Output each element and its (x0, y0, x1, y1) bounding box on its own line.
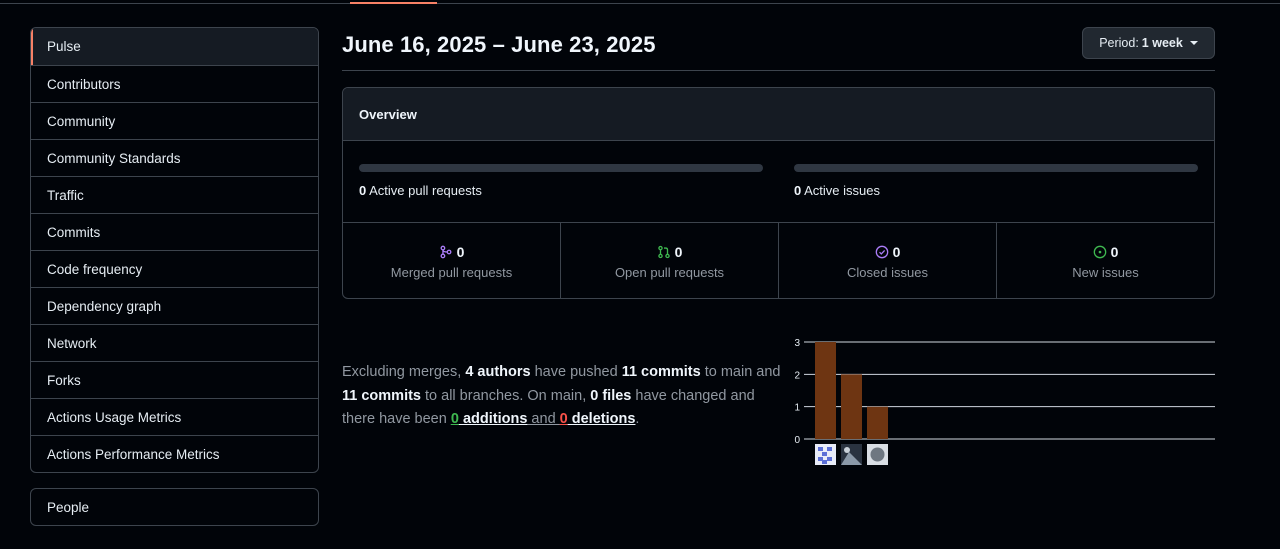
merged-pull-requests-stat[interactable]: 0 Merged pull requests (343, 223, 560, 298)
author-avatar[interactable] (815, 444, 836, 465)
overview-summary: 0 Active pull requests 0 Active issues (343, 141, 1214, 223)
sidebar-item-traffic[interactable]: Traffic (31, 176, 318, 213)
sidebar-item-label: Contributors (47, 76, 121, 92)
sidebar-item-people[interactable]: People (30, 488, 319, 526)
active-issues-count: 0 (794, 183, 802, 198)
summary-text: have pushed (530, 364, 622, 380)
sidebar-item-label: Code frequency (47, 261, 143, 277)
author-avatar[interactable] (867, 444, 888, 465)
merged-pull-requests-count: 0 (456, 244, 465, 260)
active-pull-requests-label: Active pull requests (369, 183, 482, 198)
sidebar-item-pulse[interactable]: Pulse (31, 28, 318, 65)
sidebar-item-label: Community Standards (47, 150, 181, 166)
deletions-label: deletions (567, 411, 636, 427)
additions-link[interactable]: 0 additions (451, 411, 528, 427)
chart-bar[interactable] (841, 374, 862, 439)
new-issues-label: New issues (1072, 265, 1139, 280)
issues-progress-bar (794, 164, 1198, 172)
closed-issues-stat[interactable]: 0 Closed issues (778, 223, 996, 298)
active-issues-link[interactable]: 0 Active issues (794, 183, 880, 198)
y-tick-label: 1 (794, 403, 800, 414)
open-pull-requests-label: Open pull requests (614, 265, 725, 280)
sidebar-item-label: Traffic (47, 187, 84, 203)
sidebar-item-label: Community (47, 113, 116, 129)
deletions-link[interactable]: 0 deletions (560, 411, 636, 427)
issue-opened-icon (1093, 245, 1106, 259)
y-tick-label: 3 (794, 338, 800, 349)
sidebar-item-label: Actions Usage Metrics (47, 409, 182, 425)
pull-requests-progress-bar (359, 164, 763, 172)
open-pull-requests-stat[interactable]: 0 Open pull requests (560, 223, 778, 298)
issue-closed-icon (875, 245, 888, 259)
closed-issues-count: 0 (892, 244, 901, 260)
sidebar-item-label: Pulse (47, 39, 81, 54)
git-merge-icon (440, 245, 452, 259)
overview-stats: 0 Merged pull requests 0 Open pull reque… (343, 223, 1214, 298)
sidebar-item-actions-performance-metrics[interactable]: Actions Performance Metrics (31, 435, 318, 472)
chart-bar[interactable] (815, 342, 836, 439)
sidebar-item-label: Commits (47, 224, 101, 240)
sidebar-item-network[interactable]: Network (31, 324, 318, 361)
deletions-count: 0 (559, 411, 568, 427)
summary-text: and (527, 411, 560, 427)
sidebar-item-label: Actions Performance Metrics (47, 446, 220, 462)
sidebar-item-label: Dependency graph (47, 298, 162, 314)
sidebar-item-community-standards[interactable]: Community Standards (31, 139, 318, 176)
sidebar-item-community[interactable]: Community (31, 102, 318, 139)
authors-count: 4 authors (465, 364, 531, 380)
commit-summary: Excluding merges, 4 authors have pushed … (342, 361, 782, 432)
commits-by-author-chart: 0 1 2 3 (794, 338, 1215, 465)
y-tick-label: 2 (794, 370, 800, 381)
y-tick-label: 0 (794, 435, 800, 446)
commits-all-count: 11 commits (342, 387, 421, 404)
period-select-button[interactable]: Period: 1 week (1082, 27, 1215, 59)
overview-title: Overview (343, 88, 1214, 141)
git-pull-request-icon (657, 245, 670, 259)
summary-text: Excluding merges, (342, 364, 466, 380)
caret-down-icon (1189, 41, 1198, 45)
new-issues-stat[interactable]: 0 New issues (996, 223, 1214, 298)
top-border (0, 3, 1280, 4)
new-issues-count: 0 (1110, 244, 1119, 260)
additions-count: 0 (450, 411, 459, 427)
additions-label: additions (458, 411, 528, 427)
sidebar-item-label: People (47, 499, 90, 515)
page-title: June 16, 2025 – June 23, 2025 (342, 32, 656, 57)
header-divider (342, 70, 1215, 71)
period-label: Period: (1099, 36, 1139, 50)
period-value: 1 week (1141, 36, 1183, 50)
summary-text: to main and (700, 364, 781, 380)
overview-box: Overview 0 Active pull requests 0 Active… (342, 87, 1215, 299)
sidebar-item-commits[interactable]: Commits (31, 213, 318, 250)
sidebar-item-forks[interactable]: Forks (31, 361, 318, 398)
sidebar-item-actions-usage-metrics[interactable]: Actions Usage Metrics (31, 398, 318, 435)
sidebar-item-code-frequency[interactable]: Code frequency (31, 250, 318, 287)
sidebar-item-dependency-graph[interactable]: Dependency graph (31, 287, 318, 324)
merged-pull-requests-label: Merged pull requests (390, 265, 513, 280)
active-pull-requests-link[interactable]: 0 Active pull requests (359, 183, 482, 198)
sidebar-item-label: Forks (47, 372, 81, 388)
files-changed-count: 0 files (590, 387, 632, 404)
summary-text: to all branches. On main, (421, 387, 591, 404)
closed-issues-label: Closed issues (847, 265, 928, 280)
commits-main-count: 11 commits (621, 364, 701, 380)
sidebar-item-contributors[interactable]: Contributors (31, 65, 318, 102)
active-tab-underline (350, 2, 437, 4)
summary-text: . (635, 411, 640, 427)
author-avatar[interactable] (841, 444, 862, 465)
insights-sidebar: Pulse Contributors Community Community S… (30, 27, 319, 473)
chart-bar[interactable] (867, 406, 888, 439)
sidebar-item-label: Network (47, 335, 97, 351)
open-pull-requests-count: 0 (674, 244, 683, 260)
active-issues-label: Active issues (804, 183, 881, 198)
active-pull-requests-count: 0 (359, 183, 367, 198)
